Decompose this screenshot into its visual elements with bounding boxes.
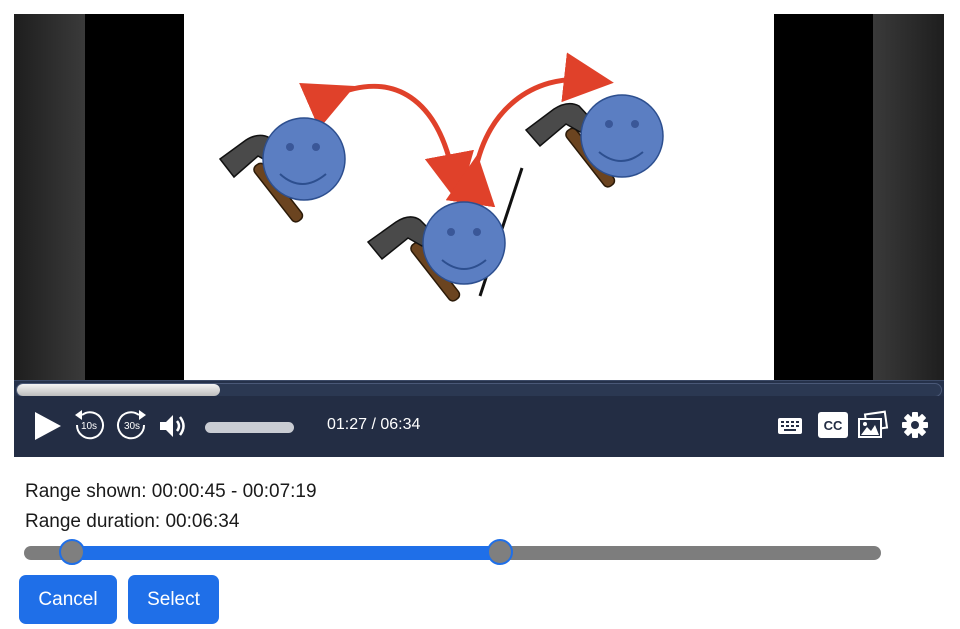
seek-bar[interactable] (14, 380, 944, 397)
time-display: 01:27 / 06:34 (327, 416, 421, 433)
range-end-handle[interactable] (486, 539, 513, 565)
range-slider[interactable] (24, 539, 881, 565)
figure-left (218, 117, 346, 223)
forward-30-label: 30s (123, 421, 141, 432)
captions-icon: CC (818, 412, 848, 438)
video-letterbox-left (14, 14, 85, 380)
video-player[interactable]: 10s 30s 01:27 / 06:34 CC (14, 14, 944, 457)
replay-10-label: 10s (80, 421, 98, 432)
captions-label: CC (824, 418, 843, 433)
volume-button[interactable] (157, 410, 189, 442)
replay-10-button[interactable]: 10s (72, 409, 106, 443)
keyboard-shortcuts-button[interactable] (776, 413, 804, 439)
settings-icon (902, 412, 928, 438)
figure-right (524, 94, 664, 188)
gallery-button[interactable] (857, 409, 889, 441)
figure-center (366, 167, 524, 302)
play-button[interactable] (30, 408, 64, 444)
video-letterbox-right (873, 14, 944, 380)
captions-button[interactable]: CC (817, 411, 849, 439)
forward-30-button[interactable]: 30s (115, 409, 149, 443)
seek-track[interactable] (16, 383, 942, 397)
volume-slider[interactable] (205, 422, 294, 433)
range-selected-span (71, 546, 500, 560)
range-duration-text: Range duration: 00:06:34 (25, 511, 240, 532)
swing-arrow-left (299, 83, 474, 204)
video-pillar-left (85, 14, 184, 380)
volume-icon (160, 415, 185, 437)
cancel-button[interactable]: Cancel (19, 575, 117, 624)
video-frame[interactable] (184, 14, 774, 380)
gallery-icon (858, 410, 889, 438)
range-start-handle[interactable] (58, 539, 85, 565)
keyboard-icon (778, 418, 802, 434)
video-pillar-right (774, 14, 873, 380)
play-icon (35, 412, 61, 440)
select-button[interactable]: Select (128, 575, 219, 624)
video-frame-illustration (218, 52, 664, 302)
settings-button[interactable] (900, 410, 930, 440)
range-shown-text: Range shown: 00:00:45 - 00:07:19 (25, 481, 317, 502)
control-bar: 10s 30s 01:27 / 06:34 CC (14, 396, 944, 457)
seek-progress (17, 384, 221, 396)
